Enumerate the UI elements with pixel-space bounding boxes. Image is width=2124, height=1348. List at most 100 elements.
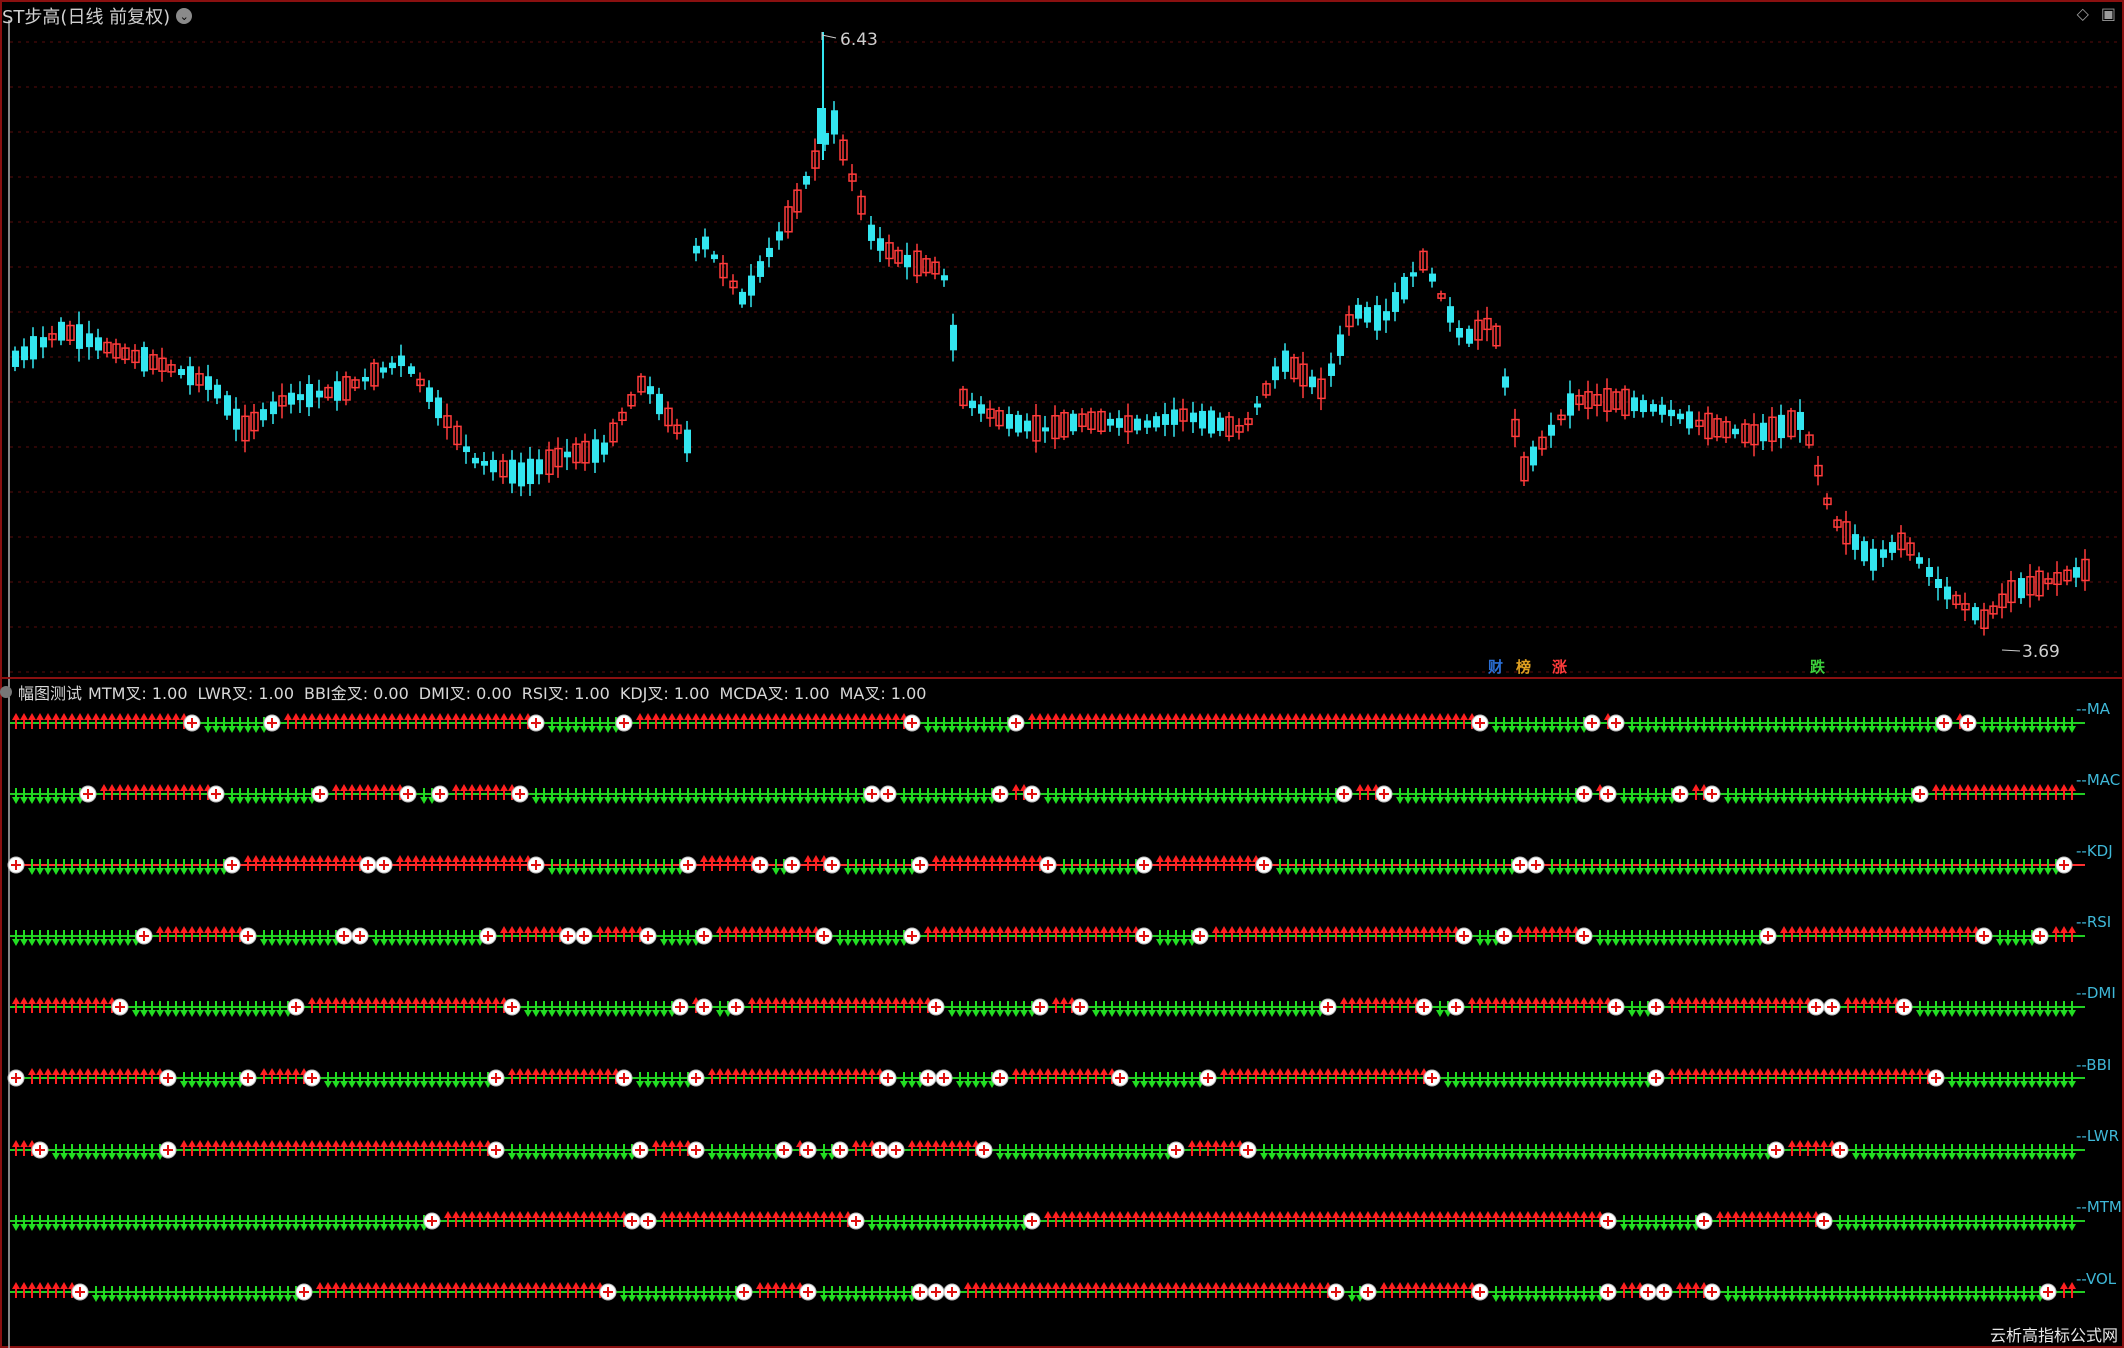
down-arrow-icon (1420, 788, 1428, 804)
badge-limit-down[interactable]: 跌 (1808, 658, 1827, 676)
candle-body-down (288, 392, 295, 405)
up-arrow-icon (1196, 1211, 1204, 1227)
candlestick-series[interactable] (12, 32, 2090, 636)
up-arrow-icon (1580, 997, 1588, 1013)
up-arrow-icon (1116, 1282, 1124, 1298)
up-arrow-icon (1132, 1282, 1140, 1298)
down-arrow-icon (1220, 788, 1228, 804)
up-arrow-icon (428, 1140, 436, 1156)
up-arrow-icon (2052, 784, 2060, 800)
window-icon[interactable]: ▣ (2101, 4, 2116, 23)
candle-body-down (2018, 578, 2025, 599)
candle-body-down (748, 275, 755, 296)
down-arrow-icon (876, 1215, 884, 1231)
up-arrow-icon (1708, 997, 1716, 1013)
up-arrow-icon (436, 997, 444, 1013)
down-arrow-icon (700, 788, 708, 804)
candle-body-down (592, 439, 599, 463)
up-arrow-icon (1364, 926, 1372, 942)
down-arrow-icon (1660, 788, 1668, 804)
candle-body-down (1466, 328, 1473, 344)
down-arrow-icon (1084, 1144, 1092, 1160)
up-arrow-icon (260, 1140, 268, 1156)
down-arrow-icon (1852, 717, 1860, 733)
up-arrow-icon (788, 1068, 796, 1084)
down-arrow-icon (1060, 788, 1068, 804)
down-arrow-icon (1108, 1001, 1116, 1017)
up-arrow-icon (36, 713, 44, 729)
up-arrow-icon (1484, 997, 1492, 1013)
candle-body-down (316, 390, 323, 398)
up-arrow-icon (948, 926, 956, 942)
down-arrow-icon (1588, 1072, 1596, 1088)
up-arrow-icon (764, 1282, 772, 1298)
up-arrow-icon (1436, 1211, 1444, 1227)
down-arrow-icon (2020, 1072, 2028, 1088)
down-arrow-icon (1284, 1144, 1292, 1160)
candle-body-down (776, 231, 783, 241)
down-arrow-icon (1228, 788, 1236, 804)
up-arrow-icon (748, 1068, 756, 1084)
down-arrow-icon (1372, 859, 1380, 875)
up-arrow-icon (1860, 1068, 1868, 1084)
down-arrow-icon (1156, 1144, 1164, 1160)
up-arrow-icon (1820, 1140, 1828, 1156)
up-arrow-icon (1876, 1068, 1884, 1084)
down-arrow-icon (932, 788, 940, 804)
down-arrow-icon (1116, 859, 1124, 875)
candle-body-down (233, 408, 240, 430)
down-arrow-icon (716, 1144, 724, 1160)
down-arrow-icon (2068, 717, 2076, 733)
up-arrow-icon (1900, 926, 1908, 942)
down-arrow-icon (1596, 930, 1604, 946)
up-arrow-icon (700, 855, 708, 871)
up-arrow-icon (1444, 713, 1452, 729)
up-arrow-icon (1076, 1282, 1084, 1298)
candle-body-down (2073, 567, 2080, 578)
down-arrow-icon (1804, 859, 1812, 875)
up-arrow-icon (380, 1140, 388, 1156)
up-arrow-icon (1940, 784, 1948, 800)
down-arrow-icon (1884, 717, 1892, 733)
chevron-down-icon[interactable]: ⌄ (176, 8, 193, 24)
down-arrow-icon (124, 1286, 132, 1302)
candle-body-down (1208, 410, 1215, 434)
up-arrow-icon (1068, 1068, 1076, 1084)
down-arrow-icon (1348, 1286, 1356, 1302)
down-arrow-icon (1852, 788, 1860, 804)
up-arrow-icon (44, 713, 52, 729)
down-arrow-icon (1220, 1001, 1228, 1017)
up-arrow-icon (564, 1068, 572, 1084)
down-arrow-icon (1076, 859, 1084, 875)
up-arrow-icon (1572, 997, 1580, 1013)
window-title-bar[interactable]: ST步高(日线 前复权) ⌄ (2, 3, 193, 29)
up-arrow-icon (196, 1140, 204, 1156)
indicator-menu-icon[interactable] (0, 686, 12, 698)
down-arrow-icon (300, 1215, 308, 1231)
up-arrow-icon (1740, 1068, 1748, 1084)
down-arrow-icon (204, 1215, 212, 1231)
chart-canvas[interactable]: 6.43 3.69 (0, 0, 2124, 1348)
down-arrow-icon (1668, 859, 1676, 875)
down-arrow-icon (588, 1001, 596, 1017)
down-arrow-icon (2052, 717, 2060, 733)
badge-ranking[interactable]: 榜 (1514, 658, 1533, 676)
down-arrow-icon (1076, 1144, 1084, 1160)
badge-limit-up[interactable]: 涨 (1550, 658, 1569, 676)
up-arrow-icon (52, 713, 60, 729)
up-arrow-icon (124, 713, 132, 729)
down-arrow-icon (108, 1215, 116, 1231)
down-arrow-icon (1420, 1144, 1428, 1160)
down-arrow-icon (1156, 930, 1164, 946)
down-arrow-icon (1764, 859, 1772, 875)
badge-finance[interactable]: 财 (1486, 658, 1505, 676)
candle-body-down (306, 384, 313, 408)
down-arrow-icon (1276, 859, 1284, 875)
down-arrow-icon (956, 1215, 964, 1231)
diamond-icon[interactable]: ◇ (2077, 4, 2089, 23)
indicator-header[interactable]: 幅图测试 MTM叉: 1.00 LWR叉: 1.00 BBI金叉: 0.00 D… (0, 680, 930, 704)
down-arrow-icon (2028, 1072, 2036, 1088)
down-arrow-icon (100, 1215, 108, 1231)
down-arrow-icon (2036, 859, 2044, 875)
down-arrow-icon (268, 1215, 276, 1231)
